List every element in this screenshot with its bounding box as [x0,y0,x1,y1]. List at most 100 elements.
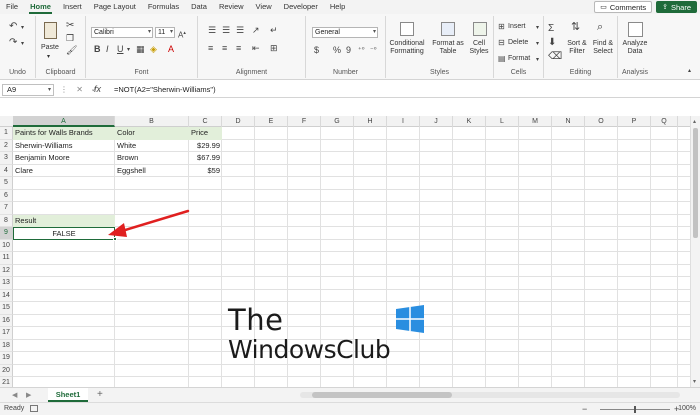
zoom-level[interactable]: 100% [678,405,696,412]
zoom-out-icon[interactable]: − [582,404,587,414]
sort-filter-label[interactable]: Sort & Filter [566,40,588,56]
row-header-3[interactable]: 3 [0,152,13,165]
macro-record-icon[interactable] [30,405,38,412]
cell-styles-icon[interactable] [473,22,487,36]
insert-cells-icon[interactable]: ⊞ [498,22,505,32]
name-box[interactable]: A9 ▾ [2,84,54,96]
vertical-scroll-thumb[interactable] [693,128,698,238]
row-header-5[interactable]: 5 [0,177,13,190]
comments-button[interactable]: ▭ Comments [594,1,653,13]
cell-B3[interactable]: Brown [115,152,189,165]
number-format-select[interactable]: General ▾ [312,27,378,38]
row-header-16[interactable]: 16 [0,314,13,327]
horizontal-scrollbar[interactable] [300,392,680,398]
paste-dropdown-icon[interactable]: ▾ [47,53,50,61]
row-header-9[interactable]: 9 [0,227,13,240]
paste-label[interactable]: Paste [41,44,59,52]
tab-review[interactable]: Review [213,0,250,14]
delete-cells-label[interactable]: Delete [508,39,528,47]
bold-icon[interactable]: B [94,44,101,54]
zoom-slider-knob[interactable] [634,406,636,413]
comma-style-icon[interactable]: 9 [346,45,351,55]
row-header-13[interactable]: 13 [0,277,13,290]
tab-file[interactable]: File [0,0,24,14]
tab-insert[interactable]: Insert [57,0,88,14]
next-sheet-icon[interactable]: ▶ [26,391,31,399]
format-cells-label[interactable]: Format [508,55,530,63]
prev-sheet-icon[interactable]: ◀ [12,391,17,399]
chevron-down-icon[interactable]: ▾ [536,55,539,65]
cut-icon[interactable]: ✂ [66,21,74,31]
tab-data[interactable]: Data [185,0,213,14]
copy-icon[interactable]: ❐ [66,33,74,43]
wrap-text-icon[interactable]: ↵ [270,25,278,35]
paste-icon[interactable] [44,22,57,39]
fill-color-icon[interactable]: ◈ [150,44,157,54]
column-header-c[interactable]: C [189,116,222,127]
row-header-18[interactable]: 18 [0,339,13,352]
row-header-17[interactable]: 17 [0,327,13,340]
tab-home[interactable]: Home [24,0,57,14]
redo-dropdown-icon[interactable]: ▾ [21,39,24,49]
increase-font-icon[interactable]: A▴ [178,28,186,41]
analyze-data-label[interactable]: Analyze Data [620,40,650,56]
tab-help[interactable]: Help [324,0,351,14]
row-header-14[interactable]: 14 [0,289,13,302]
column-header-k[interactable]: K [453,116,486,127]
column-header-b[interactable]: B [115,116,189,127]
cell-B1[interactable]: Color [115,127,189,140]
cell-C3[interactable]: $67.99 [189,152,222,165]
font-size-select[interactable]: 11 ▾ [155,27,175,38]
row-header-7[interactable]: 7 [0,202,13,215]
tab-view[interactable]: View [250,0,278,14]
increase-decimal-icon[interactable]: ⁺⁰ [358,46,365,56]
row-header-20[interactable]: 20 [0,364,13,377]
row-header-12[interactable]: 12 [0,264,13,277]
clear-icon[interactable]: ⌫ [548,52,562,62]
conditional-formatting-label[interactable]: Conditional Formatting [388,40,426,56]
find-select-label[interactable]: Find & Select [590,40,616,56]
row-header-11[interactable]: 11 [0,252,13,265]
sheet-tab-sheet1[interactable]: Sheet1 [48,388,88,402]
tab-developer[interactable]: Developer [278,0,324,14]
cell-C2[interactable]: $29.99 [189,140,222,153]
format-painter-icon[interactable]: 🖌 [66,45,77,55]
insert-cells-label[interactable]: Insert [508,23,526,31]
row-header-4[interactable]: 4 [0,164,13,177]
find-select-icon[interactable]: ⌕ [597,22,603,33]
merge-center-icon[interactable]: ⊞ [270,43,278,53]
cell-A2[interactable]: Sherwin-Williams [13,140,115,153]
row-header-10[interactable]: 10 [0,239,13,252]
align-right-icon[interactable]: ≡ [236,43,241,53]
formula-input[interactable]: =NOT(A2="Sherwin-Williams") [114,85,216,94]
italic-icon[interactable]: I [106,44,109,54]
underline-dropdown-icon[interactable]: ▾ [127,45,130,55]
column-header-i[interactable]: I [387,116,420,127]
scroll-down-icon[interactable]: ▾ [693,378,696,385]
fill-icon[interactable]: ⬇ [548,38,556,48]
cell-C4[interactable]: $59 [189,165,222,178]
chevron-down-icon[interactable]: ▾ [536,39,539,49]
borders-icon[interactable]: ▦ [136,44,145,54]
format-as-table-label[interactable]: Format as Table [431,40,465,56]
column-header-g[interactable]: G [321,116,354,127]
decrease-decimal-icon[interactable]: ⁻⁰ [370,46,377,56]
cell-A1[interactable]: Paints for Walls Brands [13,127,115,140]
format-cells-icon[interactable]: ▤ [498,54,506,64]
undo-dropdown-icon[interactable]: ▾ [21,23,24,33]
column-header-e[interactable]: E [255,116,288,127]
cell-A4[interactable]: Clare [13,165,115,178]
cell-B4[interactable]: Eggshell [115,165,189,178]
font-name-select[interactable]: Calibri ▾ [91,27,153,38]
row-header-1[interactable]: 1 [0,127,13,140]
column-header-d[interactable]: D [222,116,255,127]
row-header-15[interactable]: 15 [0,302,13,315]
cell-A3[interactable]: Benjamin Moore [13,152,115,165]
column-header-f[interactable]: F [288,116,321,127]
column-header-a[interactable]: A [13,116,115,127]
delete-cells-icon[interactable]: ⊟ [498,38,505,48]
vertical-scrollbar[interactable]: ▴ ▾ [690,116,700,387]
tab-page-layout[interactable]: Page Layout [88,0,142,14]
align-left-icon[interactable]: ≡ [208,43,213,53]
cell-C1[interactable]: Price [189,127,222,140]
